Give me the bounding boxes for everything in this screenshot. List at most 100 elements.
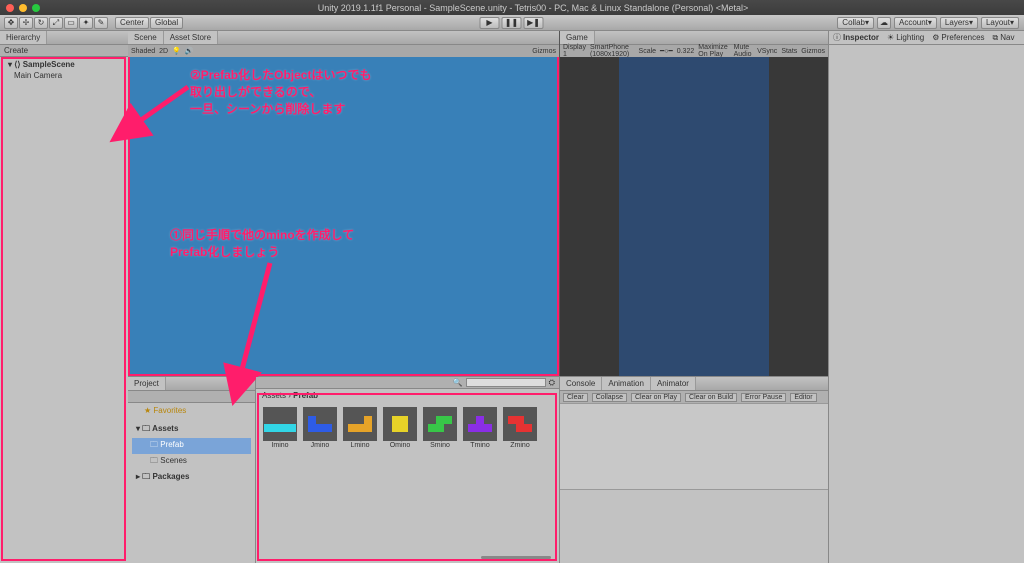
console-button-clear-on-play[interactable]: Clear on Play — [631, 393, 681, 402]
scene-light-toggle[interactable]: 💡 — [172, 47, 181, 55]
game-opt-maximize[interactable]: Maximize On Play — [698, 44, 729, 58]
scene-shading-dropdown[interactable]: Shaded — [131, 48, 155, 55]
tab-hierarchy[interactable]: Hierarchy — [0, 31, 47, 44]
game-opt-mute[interactable]: Mute Audio — [734, 44, 753, 58]
game-scale-value: 0.322 — [677, 48, 695, 55]
hand-tool-button[interactable]: ✥ — [4, 17, 18, 29]
prefab-item-tmino[interactable]: Tmino — [462, 407, 498, 449]
hierarchy-create-button[interactable]: Create — [4, 46, 28, 55]
prefab-item-lmino[interactable]: Lmino — [342, 407, 378, 449]
move-tool-button[interactable]: ✢ — [19, 17, 33, 29]
prefab-label: Smino — [430, 442, 450, 449]
tab-animation[interactable]: Animation — [602, 377, 651, 390]
prefab-label: Omino — [390, 442, 411, 449]
console-button-error-pause[interactable]: Error Pause — [741, 393, 786, 402]
scene-gizmos-dropdown[interactable]: Gizmos — [532, 48, 556, 55]
prefab-label: Lmino — [350, 442, 369, 449]
annotation-highlight-hierarchy — [1, 57, 126, 561]
annotation-arrow-1 — [230, 257, 290, 387]
pivot-label: Center — [120, 18, 144, 27]
scale-tool-button[interactable]: ⤢ — [49, 17, 63, 29]
window-titlebar: Unity 2019.1.1f1 Personal - SampleScene.… — [0, 0, 1024, 15]
assets-breadcrumb[interactable]: Assets › Prefab — [256, 389, 559, 403]
prefab-label: Imino — [271, 442, 288, 449]
cloud-button[interactable]: ☁ — [877, 17, 891, 29]
prefab-label: Tmino — [470, 442, 489, 449]
prefab-item-omino[interactable]: Omino — [382, 407, 418, 449]
prefab-item-jmino[interactable]: Jmino — [302, 407, 338, 449]
console-log-area[interactable] — [560, 403, 828, 489]
layout-button[interactable]: Layout ▾ — [981, 17, 1019, 29]
prefab-label: Jmino — [311, 442, 330, 449]
tab-lighting[interactable]: ☀ Lighting — [887, 33, 924, 42]
game-scale-label: Scale — [639, 48, 657, 55]
tab-scene[interactable]: Scene — [128, 31, 164, 44]
pivot-rotation-button[interactable]: Global — [150, 17, 183, 29]
close-window-icon[interactable] — [6, 4, 14, 12]
rect-tool-button[interactable]: ▭ — [64, 17, 78, 29]
rotation-label: Global — [155, 18, 178, 27]
tab-animator[interactable]: Animator — [651, 377, 696, 390]
minimize-window-icon[interactable] — [19, 4, 27, 12]
console-button-editor[interactable]: Editor — [790, 393, 816, 402]
transform-tool-button[interactable]: ✦ — [79, 17, 93, 29]
console-button-collapse[interactable]: Collapse — [592, 393, 627, 402]
account-button[interactable]: Account ▾ — [894, 17, 937, 29]
prefab-item-imino[interactable]: Imino — [262, 407, 298, 449]
window-title: Unity 2019.1.1f1 Personal - SampleScene.… — [48, 3, 1018, 13]
annotation-arrow-2 — [128, 77, 198, 137]
assets-filter-icon[interactable]: ⛭ — [549, 378, 555, 388]
project-packages-folder[interactable]: ▸ 🗀 Packages — [132, 470, 251, 486]
prefab-item-zmino[interactable]: Zmino — [502, 407, 538, 449]
play-button[interactable]: ▶ — [480, 17, 500, 29]
tab-preferences[interactable]: ⚙ Preferences — [932, 33, 984, 42]
custom-tool-button[interactable]: ✎ — [94, 17, 108, 29]
game-display-dropdown[interactable]: Display 1 — [563, 44, 586, 58]
console-button-clear-on-build[interactable]: Clear on Build — [685, 393, 737, 402]
layers-button[interactable]: Layers ▾ — [940, 17, 978, 29]
maximize-window-icon[interactable] — [32, 4, 40, 12]
annotation-text-1: ①同じ手順で他のminoを作成して Prefab化しましょう — [170, 227, 354, 261]
main-toolbar: ✥ ✢ ↻ ⤢ ▭ ✦ ✎ Center Global ▶ ❚❚ ▶❚ Coll… — [0, 15, 1024, 31]
console-panel: Console Animation Animator Clear Collapse… — [560, 377, 828, 563]
prefab-label: Zmino — [510, 442, 529, 449]
tab-asset-store[interactable]: Asset Store — [164, 31, 218, 44]
assets-search-icon[interactable]: 🔍 — [453, 378, 463, 387]
game-aspect-dropdown[interactable]: SmartPhone (1080x1920) — [590, 44, 635, 58]
hierarchy-panel: Hierarchy Create ▾ ⟨⟩ SampleScene Main C… — [0, 31, 128, 563]
tab-inspector[interactable]: ⓘ Inspector — [833, 32, 879, 43]
annotation-text-2: ②Prefab化したObjectはいつでも 取り出しができるので、 一旦、シーン… — [190, 67, 371, 117]
tab-project[interactable]: Project — [128, 377, 166, 390]
tab-console[interactable]: Console — [560, 377, 602, 390]
game-scale-slider[interactable]: ━○━ — [660, 47, 673, 55]
game-opt-gizmos[interactable]: Gizmos — [801, 48, 825, 55]
hierarchy-scene[interactable]: ▾ ⟨⟩ SampleScene — [2, 59, 126, 70]
scene-view[interactable]: ②Prefab化したObjectはいつでも 取り出しができるので、 一旦、シーン… — [128, 57, 559, 376]
game-view[interactable] — [560, 57, 828, 376]
assets-search-input[interactable] — [466, 378, 546, 387]
assets-thumbnail-size-slider[interactable] — [481, 556, 551, 559]
scene-2d-toggle[interactable]: 2D — [159, 48, 168, 55]
console-detail-area — [560, 489, 828, 563]
collab-button[interactable]: Collab ▾ — [837, 17, 874, 29]
tab-navigation[interactable]: ⧉ Nav — [993, 33, 1015, 43]
project-assets-folder[interactable]: ▾ 🗀 Assets — [132, 422, 251, 438]
game-panel: Game Display 1 SmartPhone (1080x1920) Sc… — [560, 31, 828, 376]
project-favorites[interactable]: ★ Favorites — [132, 405, 251, 416]
game-opt-stats[interactable]: Stats — [781, 48, 797, 55]
game-opt-vsync[interactable]: VSync — [757, 48, 777, 55]
project-folder-scenes[interactable]: 🗀 Scenes — [132, 454, 251, 470]
rotate-tool-button[interactable]: ↻ — [34, 17, 48, 29]
project-panel: Project ★ Favorites ▾ 🗀 Assets 🗀 Prefab … — [128, 377, 256, 563]
scene-audio-toggle[interactable]: 🔊 — [185, 47, 194, 55]
prefab-item-smino[interactable]: Smino — [422, 407, 458, 449]
inspector-panel: ⓘ Inspector ☀ Lighting ⚙ Preferences ⧉ N… — [828, 31, 1024, 563]
tab-game[interactable]: Game — [560, 31, 595, 44]
hierarchy-item-main-camera[interactable]: Main Camera — [2, 70, 126, 81]
step-button[interactable]: ▶❚ — [524, 17, 544, 29]
scene-panel: Scene Asset Store Shaded 2D 💡 🔊 Gizmos ②… — [128, 31, 560, 376]
pivot-mode-button[interactable]: Center — [115, 17, 149, 29]
pause-button[interactable]: ❚❚ — [502, 17, 522, 29]
project-folder-prefab[interactable]: 🗀 Prefab — [132, 438, 251, 454]
console-button-clear[interactable]: Clear — [563, 393, 588, 402]
